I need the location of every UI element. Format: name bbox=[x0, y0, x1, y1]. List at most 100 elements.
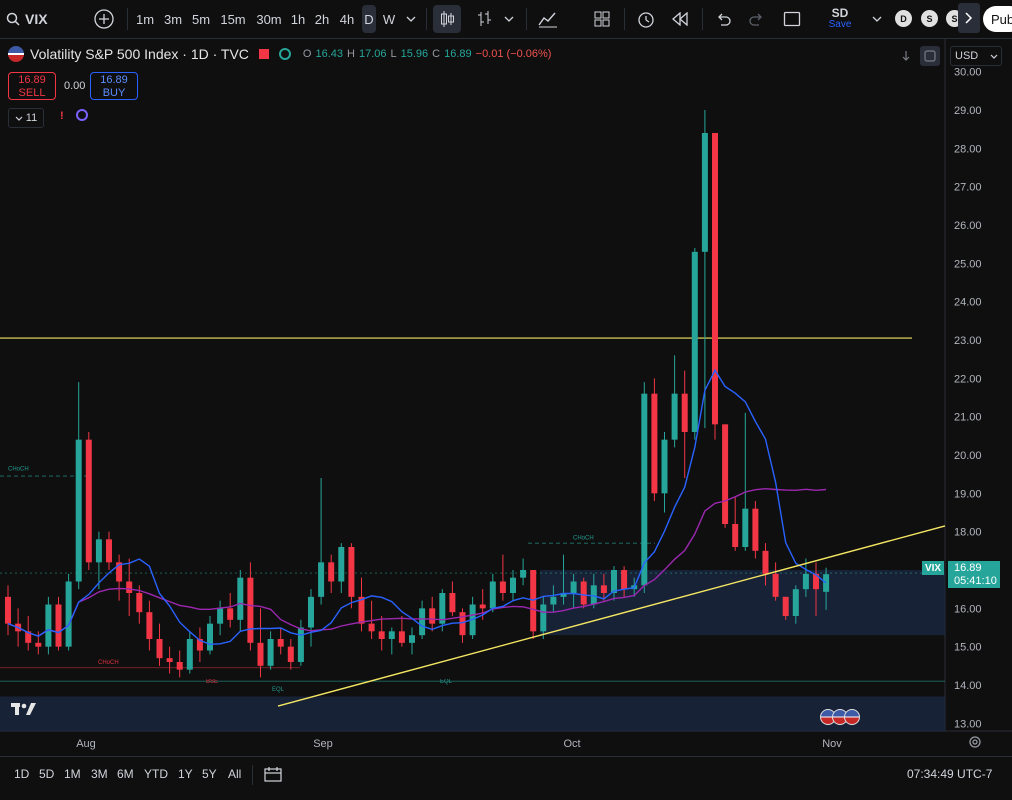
candle-body bbox=[661, 439, 668, 494]
open-value: 16.43 bbox=[315, 48, 344, 60]
price-axis-label: 18.00 bbox=[954, 527, 982, 539]
timeframe-15m[interactable]: 15m bbox=[218, 5, 248, 33]
layouts-button[interactable] bbox=[588, 5, 616, 33]
candle-body bbox=[106, 539, 112, 563]
redo-icon bbox=[749, 13, 762, 26]
market-closed-icon bbox=[258, 49, 269, 59]
market-status-icon bbox=[278, 48, 291, 60]
candle-body bbox=[378, 631, 385, 639]
timeframe-w[interactable]: W bbox=[380, 5, 398, 33]
timezone-clock[interactable]: 07:34:49 UTC-7 bbox=[907, 767, 992, 781]
us-flag-icon bbox=[8, 46, 24, 62]
structure-annotation: CHoCH bbox=[98, 660, 119, 666]
symbol-search[interactable]: VIX bbox=[6, 5, 76, 33]
timeframe-30m[interactable]: 30m bbox=[254, 5, 284, 33]
square-icon bbox=[783, 11, 801, 27]
bottom-toolbar: 1D 5D 1M 3M 6M YTD 1Y 5Y All 07:34:49 UT… bbox=[0, 756, 1012, 793]
indicators-toggle[interactable]: 11 bbox=[8, 108, 44, 128]
tradingview-logo[interactable] bbox=[10, 700, 38, 723]
top-toolbar: VIX 1m 3m 5m 15m 30m 1h 2h 4h D W SD Sav… bbox=[0, 0, 1012, 39]
sync-icon[interactable] bbox=[76, 109, 88, 121]
structure-annotation: EQL bbox=[440, 679, 453, 685]
price-axis-label: 15.00 bbox=[954, 642, 982, 654]
calendar-icon bbox=[264, 767, 282, 782]
candle-body bbox=[611, 570, 617, 593]
price-axis-label: 27.00 bbox=[954, 182, 982, 194]
change-value: −0.01 (−0.06%) bbox=[475, 48, 552, 60]
candle-body bbox=[499, 581, 506, 593]
redo-button[interactable] bbox=[743, 5, 771, 33]
timeframe-2h[interactable]: 2h bbox=[312, 5, 332, 33]
structure-annotation: BSE bbox=[206, 679, 218, 685]
avatar-s[interactable]: S bbox=[921, 10, 938, 27]
range-5y[interactable]: 5Y bbox=[202, 767, 217, 781]
candle-body bbox=[489, 581, 496, 609]
save-dropdown[interactable] bbox=[866, 5, 888, 33]
range-ytd[interactable]: YTD bbox=[144, 767, 168, 781]
timeframe-1h[interactable]: 1h bbox=[288, 5, 308, 33]
candle-body bbox=[388, 631, 395, 639]
candle-body bbox=[712, 133, 718, 425]
range-5d[interactable]: 5D bbox=[39, 767, 54, 781]
timeframe-1m[interactable]: 1m bbox=[134, 5, 156, 33]
save-button[interactable]: SD Save bbox=[824, 5, 856, 33]
candle-body bbox=[5, 596, 11, 624]
range-all[interactable]: All bbox=[228, 767, 241, 781]
alert-button[interactable] bbox=[632, 5, 660, 33]
price-axis-label: 14.00 bbox=[954, 680, 982, 692]
indicators-button[interactable] bbox=[534, 5, 562, 33]
candle-body bbox=[186, 639, 193, 670]
bar-type-button[interactable] bbox=[470, 5, 498, 33]
download-button[interactable] bbox=[896, 46, 916, 66]
candle-body bbox=[550, 596, 557, 605]
goto-date-button[interactable] bbox=[264, 766, 282, 785]
timeframe-d[interactable]: D bbox=[362, 5, 376, 33]
price-axis-label: 20.00 bbox=[954, 450, 982, 462]
candle-body bbox=[75, 439, 82, 582]
sell-button[interactable]: 16.89 SELL bbox=[8, 72, 56, 100]
fullscreen-button[interactable] bbox=[778, 5, 806, 33]
divider bbox=[127, 8, 128, 30]
candle-body bbox=[207, 623, 213, 651]
range-1y[interactable]: 1Y bbox=[178, 767, 193, 781]
legend-title[interactable]: Volatility S&P 500 Index · 1D · TVC bbox=[30, 46, 249, 62]
candle-body bbox=[267, 639, 274, 666]
candle-body bbox=[318, 562, 325, 597]
error-icon[interactable]: ! bbox=[60, 110, 64, 122]
price-axis-label: 30.00 bbox=[954, 67, 982, 79]
timeframe-4h[interactable]: 4h bbox=[336, 5, 358, 33]
chevron-down-icon bbox=[990, 54, 998, 59]
lower-zone bbox=[0, 696, 945, 731]
range-6m[interactable]: 6M bbox=[117, 767, 134, 781]
timeframe-dropdown[interactable] bbox=[400, 5, 422, 33]
range-3m[interactable]: 3M bbox=[91, 767, 108, 781]
replay-button[interactable] bbox=[666, 5, 694, 33]
undo-button[interactable] bbox=[709, 5, 737, 33]
symbol-label: VIX bbox=[25, 11, 48, 27]
events-markers[interactable] bbox=[820, 709, 860, 725]
candle-body bbox=[227, 608, 234, 620]
chart-settings-button[interactable] bbox=[968, 735, 982, 752]
candles-chart-type-button[interactable] bbox=[433, 5, 461, 33]
timeframe-3m[interactable]: 3m bbox=[162, 5, 184, 33]
publish-button[interactable]: Pub bbox=[983, 6, 1012, 32]
range-1m[interactable]: 1M bbox=[64, 767, 81, 781]
candle-body bbox=[419, 608, 426, 636]
range-1d[interactable]: 1D bbox=[14, 767, 29, 781]
timeframe-5m[interactable]: 5m bbox=[190, 5, 212, 33]
candle-body bbox=[35, 642, 42, 647]
low-value: 15.96 bbox=[400, 48, 429, 60]
candle-body bbox=[308, 596, 314, 628]
candle-body bbox=[257, 642, 264, 666]
candle-body bbox=[166, 658, 173, 662]
scroll-right-button[interactable] bbox=[958, 3, 980, 33]
us-flag-icon bbox=[844, 709, 860, 725]
chart-type-dropdown[interactable] bbox=[498, 5, 520, 33]
compare-symbol-button[interactable] bbox=[90, 5, 118, 33]
candle-body bbox=[146, 612, 153, 639]
currency-select[interactable]: USD bbox=[950, 46, 1002, 66]
price-chart[interactable]: 30.00 29.00 28.00 27.00 26.00 25.00 24.00 23.00… bbox=[0, 39, 1012, 755]
auto-scale-button[interactable] bbox=[920, 46, 940, 66]
buy-button[interactable]: 16.89 BUY bbox=[90, 72, 138, 100]
avatar-d[interactable]: D bbox=[895, 10, 912, 27]
